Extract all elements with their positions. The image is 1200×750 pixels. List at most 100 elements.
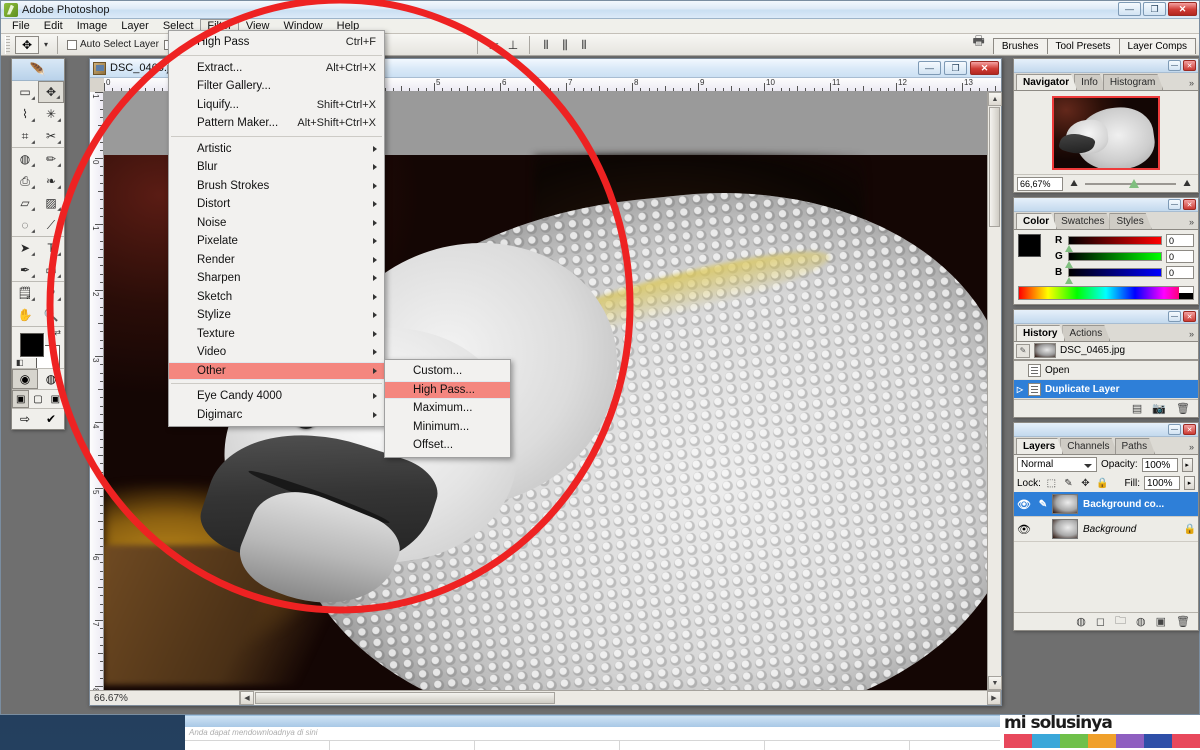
navigator-thumbnail-area[interactable]	[1014, 91, 1198, 174]
menu-image[interactable]: Image	[70, 19, 115, 33]
tab-info[interactable]: Info	[1074, 74, 1106, 90]
crop-tool[interactable]: ⌗	[12, 125, 38, 147]
navigator-palette-controls[interactable]: — ✕	[1168, 60, 1196, 71]
horizontal-scrollbar[interactable]: ◀ ▶	[240, 691, 1001, 705]
slider-knob[interactable]	[1065, 245, 1073, 252]
document-window-controls[interactable]: — ❐ ✕	[918, 61, 999, 75]
navigator-minimize-button[interactable]: —	[1168, 60, 1181, 71]
toolbox-group-vector[interactable]: ➤ T ✒ ▭	[12, 236, 64, 281]
well-tab-layer-comps[interactable]: Layer Comps	[1118, 38, 1196, 54]
tab-styles[interactable]: Styles	[1109, 213, 1151, 229]
new-document-from-state-icon[interactable]: ▤	[1132, 402, 1142, 415]
move-tool-icon[interactable]: ✥	[15, 35, 39, 54]
quick-mask-modes[interactable]: ◉ ◍	[12, 368, 64, 389]
tab-layers[interactable]: Layers	[1016, 438, 1063, 454]
add-layer-mask-icon[interactable]: ◻	[1096, 615, 1105, 628]
tab-histogram[interactable]: Histogram	[1103, 74, 1164, 90]
fill-stepper[interactable]: ▸	[1184, 476, 1195, 490]
filter-menu-item-artistic[interactable]: Artistic	[169, 140, 384, 159]
layer-visibility-icon[interactable]: 👁	[1014, 523, 1034, 536]
tab-color[interactable]: Color	[1016, 213, 1057, 229]
color-palette-body[interactable]: R 0 G 0 B 0	[1014, 230, 1198, 304]
lasso-tool[interactable]: ⌇	[12, 103, 38, 125]
layer-thumbnail[interactable]	[1052, 519, 1078, 539]
layer-name[interactable]: Background co...	[1083, 499, 1198, 510]
foreground-color-swatch[interactable]	[20, 333, 44, 357]
path-selection-tool[interactable]: ➤	[12, 237, 38, 259]
delete-layer-icon[interactable]: 🗑	[1176, 615, 1190, 628]
document-zoom-status[interactable]: 66.67%	[90, 691, 240, 705]
vertical-ruler[interactable]: 1 0 1 2 3 4 5 6 7 8	[90, 92, 104, 690]
layer-row-background-copy[interactable]: 👁 ✎ Background co...	[1014, 492, 1198, 517]
color-foreground-swatch[interactable]	[1018, 234, 1041, 257]
gradient-tool[interactable]: ▨	[38, 192, 64, 214]
toolbox[interactable]: 🪶 ▭ ✥ ⌇ ✳ ⌗ ✂ ◍ ✏ ⎙ ❧ ▱ ▨ ◌ ⟋ ➤ T ✒ ▭ 🗒 …	[11, 58, 65, 430]
screen-modes[interactable]: ▣ ▢ ▣	[12, 389, 64, 408]
scroll-left-button[interactable]: ◀	[240, 691, 254, 705]
filter-menu-item-sharpen[interactable]: Sharpen	[169, 269, 384, 288]
filter-menu-item-liquify[interactable]: Liquify... Shift+Ctrl+X	[169, 96, 384, 115]
new-adjustment-layer-icon[interactable]: ◍	[1136, 615, 1146, 628]
document-close-button[interactable]: ✕	[970, 61, 999, 75]
fill-input[interactable]: 100%	[1144, 476, 1180, 490]
filter-menu-item-pixelate[interactable]: Pixelate	[169, 232, 384, 251]
filter-menu-item-other[interactable]: Other	[169, 361, 384, 380]
eyedropper-tool[interactable]: ⚲	[38, 282, 64, 304]
layers-palette-header[interactable]: — ✕	[1014, 423, 1198, 437]
color-channel-b[interactable]: B 0	[1055, 266, 1194, 284]
other-submenu-item-custom[interactable]: Custom...	[385, 362, 510, 381]
tab-actions[interactable]: Actions	[1062, 325, 1110, 341]
layers-menu-icon[interactable]: »	[1189, 442, 1194, 452]
zoom-out-icon[interactable]: ⛰	[1066, 178, 1082, 189]
options-bar-grip[interactable]	[5, 35, 10, 54]
navigator-tabs[interactable]: Navigator Info Histogram »	[1014, 73, 1198, 91]
slider-knob[interactable]	[1065, 277, 1073, 284]
layer-link-icon[interactable]: ✎	[1034, 499, 1052, 510]
color-palette-header[interactable]: — ✕	[1014, 198, 1198, 212]
color-channel-g[interactable]: G 0	[1055, 250, 1194, 268]
slider-knob[interactable]	[1128, 178, 1139, 188]
layers-minimize-button[interactable]: —	[1168, 424, 1181, 435]
quick-mask-mode-button[interactable]: ◍	[38, 369, 64, 389]
auto-select-layer-checkbox[interactable]: Auto Select Layer	[67, 39, 159, 50]
dodge-tool[interactable]: ⟋	[38, 214, 64, 236]
lock-transparent-pixels-icon[interactable]: ⬚	[1045, 477, 1058, 490]
swap-colors-icon[interactable]: ⇄	[54, 328, 61, 337]
zoom-in-icon[interactable]: ⛰	[1179, 178, 1195, 189]
default-colors-icon[interactable]: ◧	[16, 358, 24, 367]
toolbox-group-retouch[interactable]: ◍ ✏ ⎙ ❧ ▱ ▨ ◌ ⟋	[12, 147, 64, 236]
shape-tool[interactable]: ▭	[38, 259, 64, 281]
scroll-right-button[interactable]: ▶	[987, 691, 1001, 705]
notes-tool[interactable]: 🗒	[12, 282, 38, 304]
healing-brush-tool[interactable]: ◍	[12, 148, 38, 170]
layers-blend-row[interactable]: Normal Opacity: 100% ▸	[1014, 455, 1198, 474]
lock-all-icon[interactable]: 🔒	[1096, 477, 1109, 490]
color-menu-icon[interactable]: »	[1189, 217, 1194, 227]
color-close-button[interactable]: ✕	[1183, 199, 1196, 210]
lock-image-pixels-icon[interactable]: ✎	[1062, 477, 1075, 490]
filter-menu-item-noise[interactable]: Noise	[169, 214, 384, 233]
align-vertical-centers-icon[interactable]: ⊥	[506, 38, 520, 52]
color-channel-r[interactable]: R 0	[1055, 234, 1194, 252]
color-spectrum-ramp[interactable]	[1018, 286, 1194, 300]
tab-swatches[interactable]: Swatches	[1054, 213, 1112, 229]
magic-wand-tool[interactable]: ✳	[38, 103, 64, 125]
jump-to-imageready-button[interactable]: ⇨	[12, 409, 38, 429]
other-submenu[interactable]: Custom... High Pass... Maximum... Minimum..…	[384, 359, 511, 458]
tab-navigator[interactable]: Navigator	[1016, 74, 1077, 90]
printer-icon[interactable]: 🖶	[973, 32, 985, 54]
minimize-button[interactable]: —	[1118, 2, 1141, 16]
blend-mode-select[interactable]: Normal	[1017, 457, 1097, 472]
color-fg-bg-swatches[interactable]	[1018, 234, 1052, 268]
move-tool[interactable]: ✥	[38, 81, 64, 103]
color-palette[interactable]: — ✕ Color Swatches Styles » R 0 G 0 B 0	[1013, 197, 1199, 305]
filter-menu-item-texture[interactable]: Texture	[169, 325, 384, 344]
full-screen-mode-button[interactable]: ▣	[47, 390, 64, 408]
distribute-center-icon[interactable]: ⫼	[558, 38, 572, 52]
distribute-left-icon[interactable]: ⫴	[539, 38, 553, 52]
jump-buttons[interactable]: ⇨ ✔	[12, 408, 64, 429]
color-minimize-button[interactable]: —	[1168, 199, 1181, 210]
horizontal-scroll-thumb[interactable]	[255, 692, 555, 704]
channel-r-value[interactable]: 0	[1166, 234, 1194, 247]
history-source-icon[interactable]: ✎	[1016, 343, 1030, 358]
